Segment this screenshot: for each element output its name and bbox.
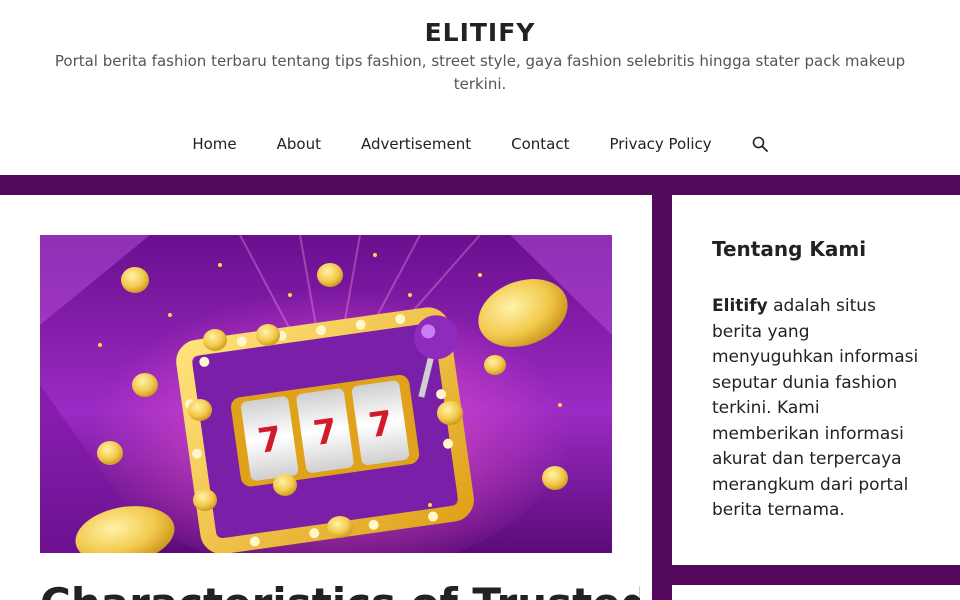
nav-item-home[interactable]: Home xyxy=(172,126,256,162)
article-title[interactable]: Characteristics of Trusted xyxy=(40,579,640,600)
featured-image[interactable]: 7 7 7 xyxy=(40,235,612,553)
search-icon xyxy=(752,136,768,152)
brand-name: Elitify xyxy=(712,296,768,316)
sidebar-widget-about: Tentang Kami Elitify adalah situs berita… xyxy=(672,195,960,565)
nav-item-advertisement[interactable]: Advertisement xyxy=(341,126,491,162)
widget-text: Elitify adalah situs berita yang menyugu… xyxy=(712,294,927,524)
slot-machine-illustration: 7 7 7 xyxy=(40,235,612,553)
nav-item-privacy-policy[interactable]: Privacy Policy xyxy=(589,126,731,162)
widget-body: adalah situs berita yang menyuguhkan inf… xyxy=(712,296,919,520)
sidebar-widget-next xyxy=(672,585,960,600)
article-card: 7 7 7 xyxy=(0,195,652,600)
site-description: Portal berita fashion terbaru tentang ti… xyxy=(54,52,906,93)
search-button[interactable] xyxy=(732,126,788,162)
nav-item-about[interactable]: About xyxy=(257,126,341,162)
main-navigation: Home About Advertisement Contact Privacy… xyxy=(0,126,960,162)
site-header: ELITIFY Portal berita fashion terbaru te… xyxy=(0,0,960,175)
nav-item-contact[interactable]: Contact xyxy=(491,126,589,162)
site-title[interactable]: ELITIFY xyxy=(0,18,960,47)
widget-title: Tentang Kami xyxy=(712,237,867,261)
